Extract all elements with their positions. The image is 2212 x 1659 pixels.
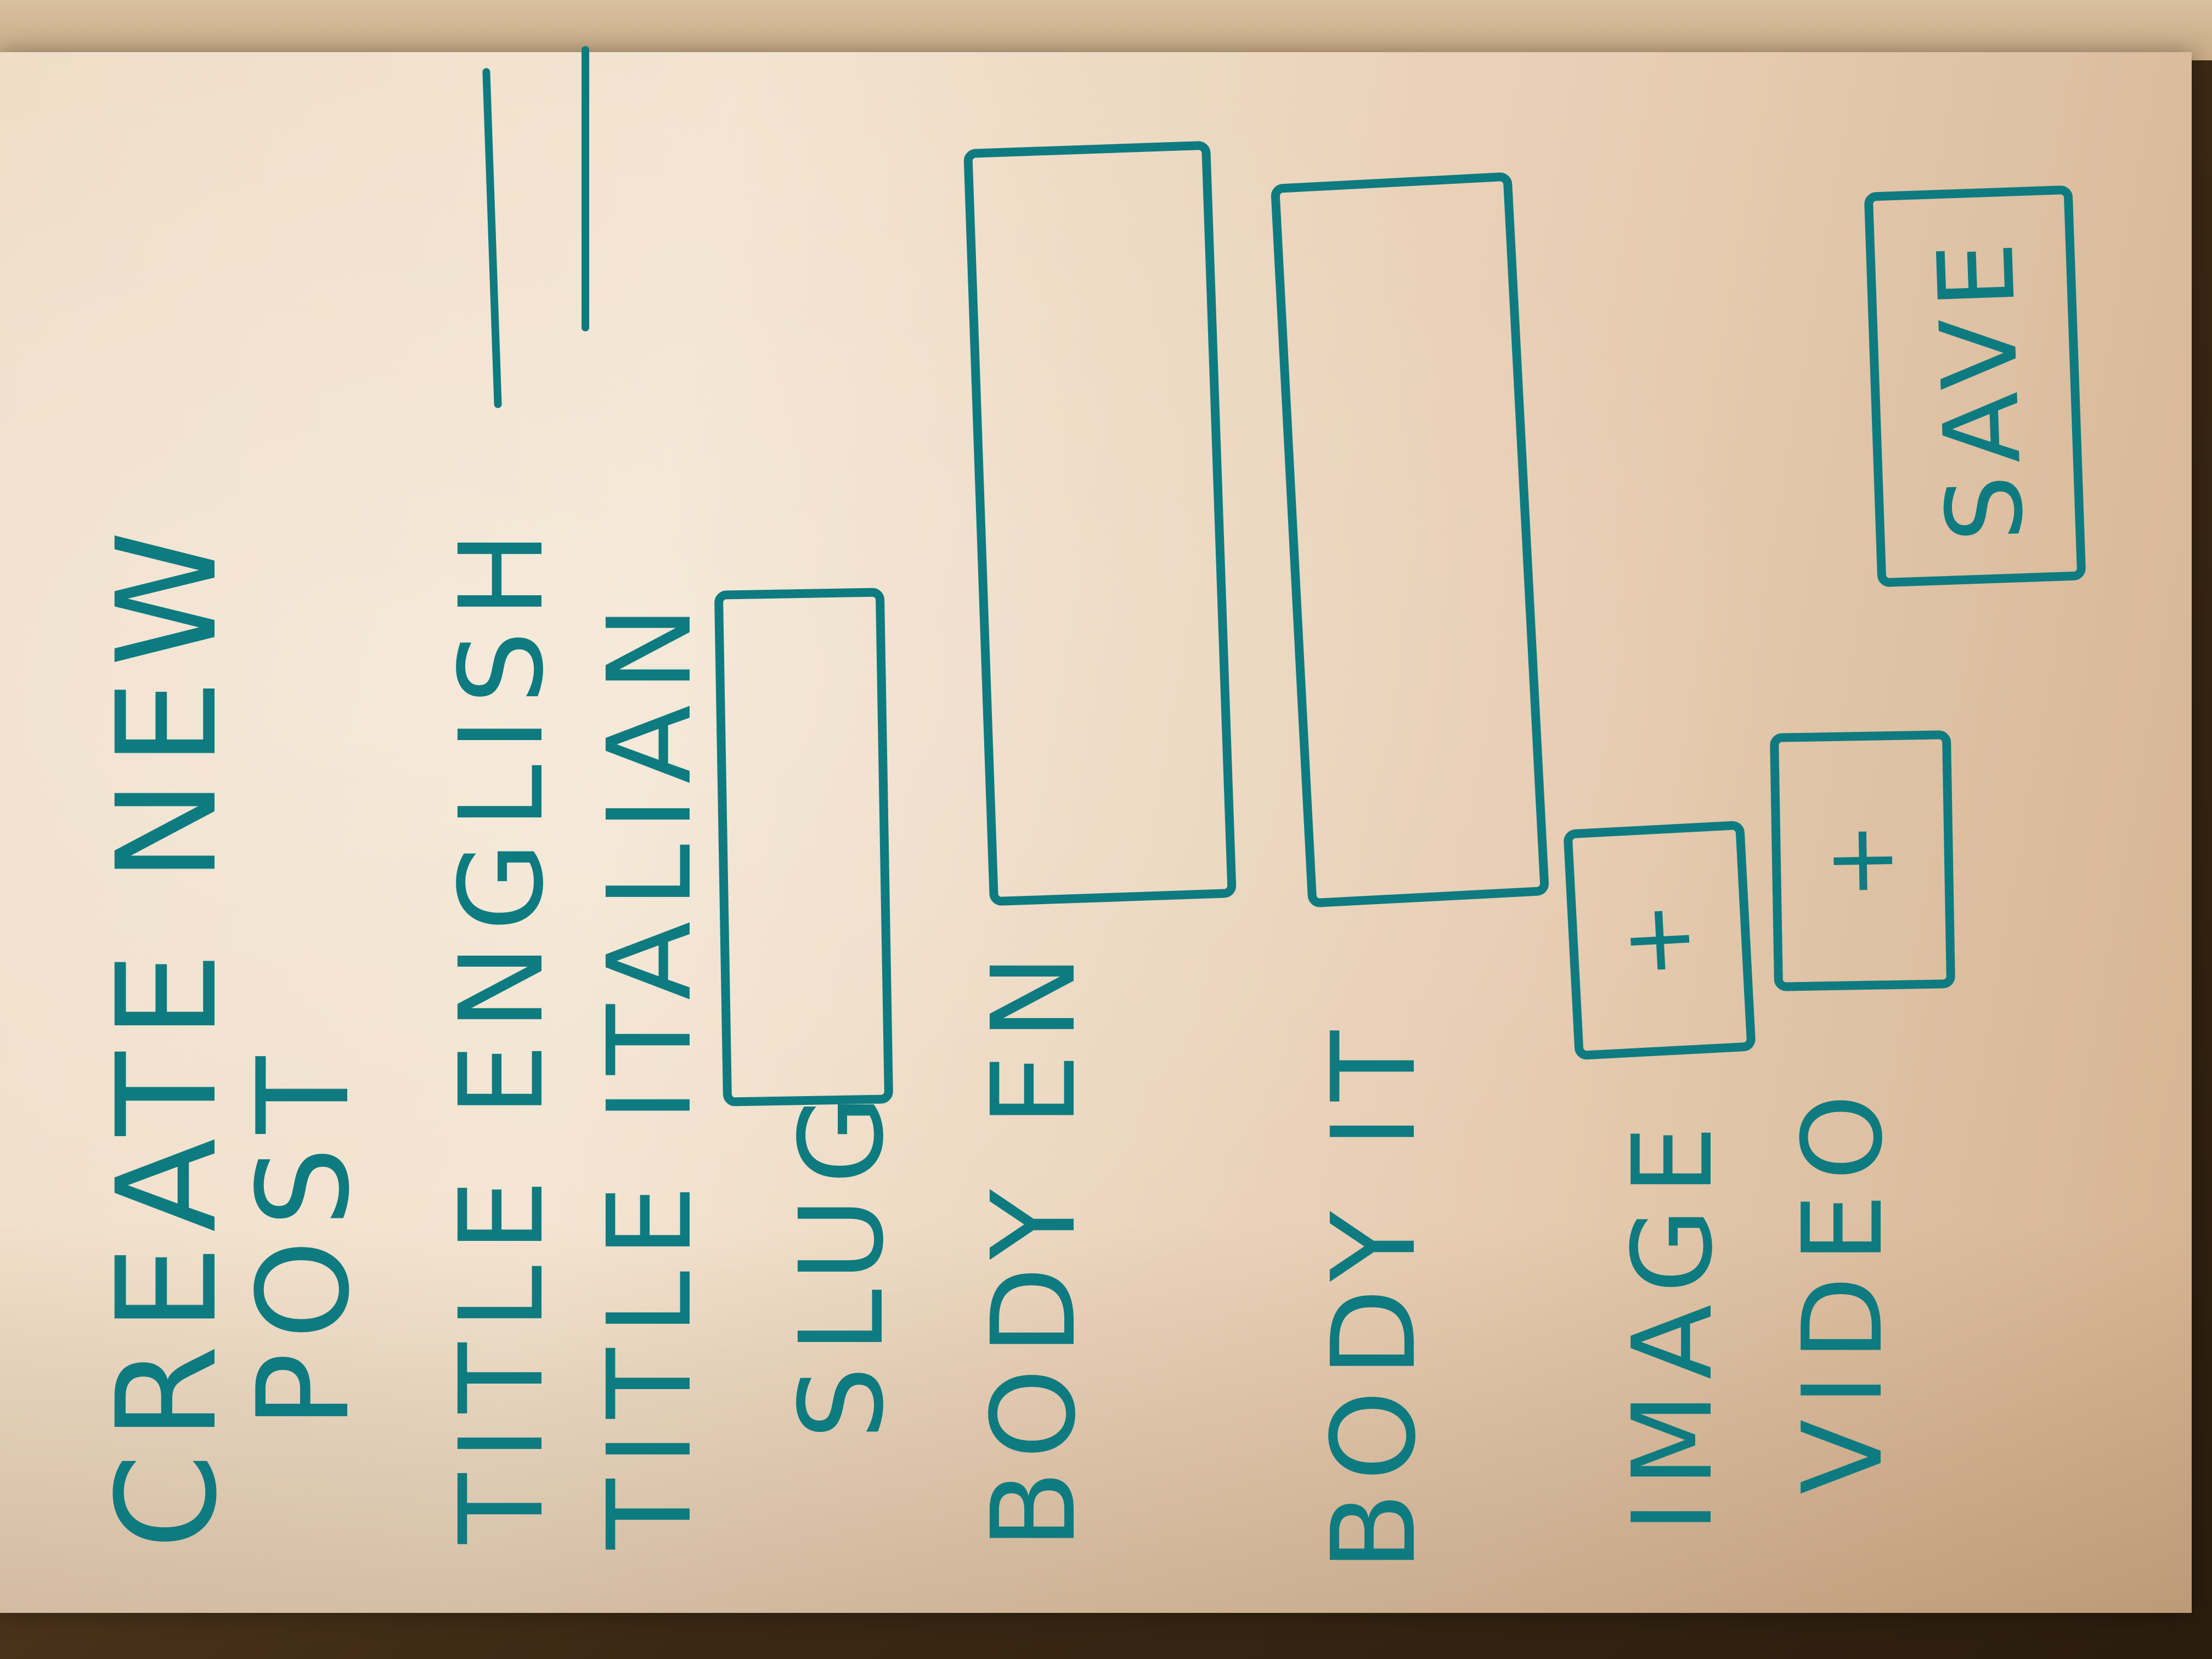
form-sketch: CREATE NEW POST TITLE ENGLISH TITLE ITAL… [0, 0, 2212, 1659]
plus-icon: + [1601, 898, 1714, 983]
title-english-label: TITLE ENGLISH [435, 518, 569, 1544]
slug-label: SLUG [775, 1081, 909, 1440]
slug-input[interactable] [714, 588, 894, 1107]
page-title-line1: CREATE NEW [87, 517, 247, 1549]
save-button[interactable]: SAVE [1864, 185, 2086, 588]
title-italian-input[interactable] [582, 46, 589, 331]
video-label: VIDEO [1779, 1081, 1907, 1494]
page-title-line2: POST [231, 1043, 377, 1429]
body-en-input[interactable] [963, 140, 1237, 906]
image-label: IMAGE [1609, 1112, 1737, 1533]
body-it-label: BODY IT [1307, 1017, 1441, 1571]
title-italian-label: TITLE ITALIAN [583, 592, 717, 1549]
plus-icon: + [1805, 821, 1916, 901]
body-en-label: BODY EN [967, 941, 1101, 1549]
body-it-input[interactable] [1270, 172, 1550, 908]
video-add-button[interactable]: + [1769, 730, 1956, 991]
title-english-input[interactable] [482, 67, 502, 409]
save-button-label: SAVE [1915, 230, 2047, 544]
image-add-button[interactable]: + [1563, 820, 1756, 1060]
